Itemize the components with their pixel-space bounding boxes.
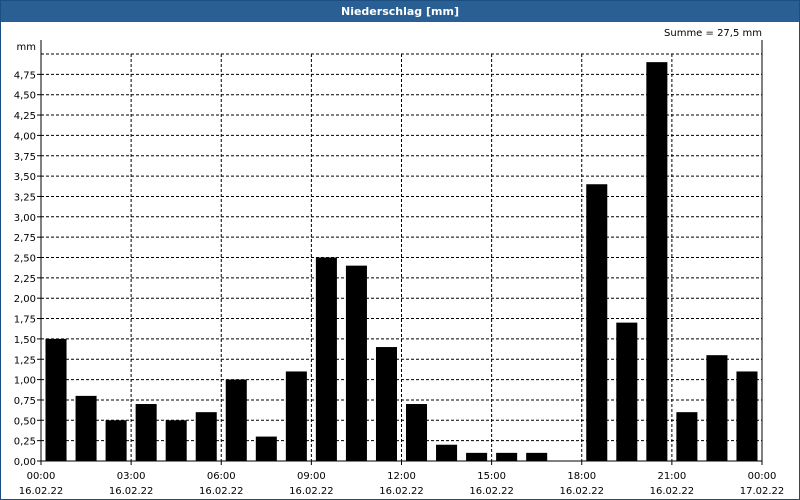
x-tick-label-date: 16.02.22 [469,486,514,497]
x-tick-label-time: 12:00 [387,471,416,482]
bar [466,452,488,461]
bar [315,257,337,461]
x-tick-label-date: 16.02.22 [19,486,64,497]
x-tick-label-date: 16.02.22 [650,486,695,497]
bar [195,412,217,461]
x-tick-label-date: 16.02.22 [109,486,154,497]
x-tick-label-time: 03:00 [117,471,146,482]
bar [496,452,518,461]
bar [255,436,277,461]
y-tick-label: 0,50 [14,416,36,427]
y-tick-label: 1,50 [14,335,36,346]
y-tick-label: 0,75 [14,396,36,407]
x-tick-label-time: 09:00 [297,471,326,482]
bar [736,371,758,461]
x-tick-label-date: 16.02.22 [379,486,424,497]
y-tick-label: 3,25 [14,192,36,203]
y-tick-label: 1,25 [14,355,36,366]
y-tick-label: 4,75 [14,70,36,81]
bar [586,184,608,462]
bar [285,371,307,461]
bar [526,452,548,461]
bar [135,404,157,461]
y-axis-label: mm [17,42,36,53]
bar [436,444,458,461]
bar [165,420,187,461]
bar [706,355,728,461]
x-tick-label-date: 17.02.22 [740,486,785,497]
y-tick-label: 0,25 [14,437,36,448]
bar [406,404,428,461]
bar [105,420,127,461]
bar [75,395,97,461]
bar [225,379,247,461]
y-tick-label: 4,25 [14,111,36,122]
x-tick-label-date: 16.02.22 [559,486,604,497]
y-tick-label: 1,75 [14,315,36,326]
summary-label: Summe = 27,5 mm [664,28,762,39]
bar [45,338,67,461]
x-tick-label-time: 15:00 [477,471,506,482]
bar [616,322,638,461]
x-tick-label-time: 21:00 [657,471,686,482]
y-tick-label: 2,00 [14,294,36,305]
y-tick-label: 2,75 [14,233,36,244]
y-tick-label: 0,00 [14,457,36,468]
y-tick-label: 4,00 [14,131,36,142]
y-tick-label: 3,75 [14,152,36,163]
y-tick-label: 2,25 [14,274,36,285]
bar [646,62,668,461]
x-tick-label-date: 16.02.22 [199,486,244,497]
precipitation-bar-chart: 0,00 0,25 0,50 0,75 1,00 1,25 1,50 1,75 2,00 2,25… [14,28,785,497]
x-tick-label-time: 00:00 [27,471,56,482]
bar [345,265,367,461]
y-tick-label: 2,50 [14,254,36,265]
y-tick-label: 4,50 [14,91,36,102]
bar [375,347,397,461]
bar [676,412,698,461]
y-tick-label: 3,50 [14,172,36,183]
x-tick-label-time: 00:00 [748,471,777,482]
y-tick-label: 1,00 [14,376,36,387]
y-tick-label: 3,00 [14,213,36,224]
x-tick-label-date: 16.02.22 [289,486,334,497]
x-tick-label-time: 06:00 [207,471,236,482]
x-tick-label-time: 18:00 [567,471,596,482]
